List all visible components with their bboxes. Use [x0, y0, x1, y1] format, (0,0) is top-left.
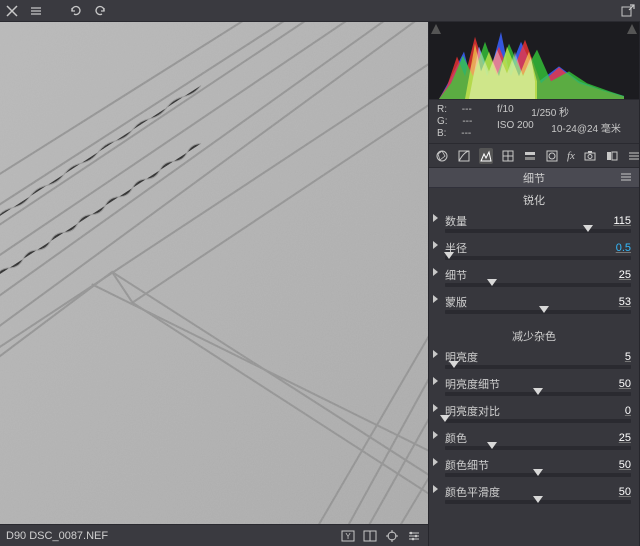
histogram[interactable] [429, 22, 639, 100]
sharpen-label: 蒙版 [445, 294, 505, 310]
sharpen-value[interactable]: 25 [571, 269, 631, 281]
b-label: B: [437, 128, 446, 139]
noise-row: 明亮度5 [429, 346, 639, 365]
g-label: G: [437, 116, 448, 127]
noise-label: 明亮度细节 [445, 376, 505, 392]
sharpen-value[interactable]: 0.5 [571, 242, 631, 254]
disclosure-icon[interactable] [433, 404, 438, 412]
noise-label: 明亮度对比 [445, 403, 505, 419]
b-value: --- [461, 128, 471, 139]
panel-tabstrip: fx [429, 144, 639, 168]
detail-section-header[interactable]: 细节 [429, 168, 639, 188]
shutter: 1/250 秒 [531, 104, 569, 119]
image-preview[interactable] [0, 22, 428, 524]
svg-text:Y: Y [345, 532, 351, 541]
tab-effects-icon[interactable]: fx [567, 148, 575, 164]
slider-handle-icon[interactable] [440, 415, 450, 422]
noise-slider[interactable] [445, 473, 631, 477]
tab-preset2-icon[interactable] [627, 148, 640, 164]
disclosure-icon[interactable] [433, 377, 438, 385]
slider-handle-icon[interactable] [533, 388, 543, 395]
sharpen-slider[interactable] [445, 283, 631, 287]
noise-slider[interactable] [445, 392, 631, 396]
tab-curve-icon[interactable] [457, 148, 471, 164]
section-menu-icon[interactable] [619, 170, 635, 186]
g-value: --- [462, 116, 472, 127]
noise-label: 颜色平滑度 [445, 484, 505, 500]
iso: ISO 200 [497, 120, 534, 135]
sharpen-slider[interactable] [445, 229, 631, 233]
noise-value[interactable]: 5 [571, 351, 631, 363]
noise-row: 颜色25 [429, 427, 639, 446]
sharpen-row: 半径 0.5 [429, 237, 639, 256]
highlight-clip-icon[interactable] [627, 24, 637, 34]
sharpen-slider[interactable] [445, 310, 631, 314]
sharpen-label: 数量 [445, 213, 505, 229]
slider-handle-icon[interactable] [539, 306, 549, 313]
status-bar: D90 DSC_0087.NEF Y [0, 524, 428, 546]
sharpen-value[interactable]: 115 [571, 215, 631, 227]
noise-value[interactable]: 50 [571, 378, 631, 390]
noise-value[interactable]: 50 [571, 486, 631, 498]
slider-handle-icon[interactable] [487, 279, 497, 286]
tab-preset1-icon[interactable] [605, 148, 619, 164]
noise-value[interactable]: 50 [571, 459, 631, 471]
sharpen-group-title: 锐化 [429, 188, 639, 210]
noise-value[interactable]: 0 [571, 405, 631, 417]
sliders-icon[interactable] [406, 528, 422, 544]
disclosure-icon[interactable] [433, 295, 438, 303]
redo-icon[interactable] [92, 3, 108, 19]
slider-handle-icon[interactable] [533, 496, 543, 503]
detail-title: 细节 [523, 170, 545, 186]
shadow-clip-icon[interactable] [431, 24, 441, 34]
slider-handle-icon[interactable] [533, 469, 543, 476]
sharpen-row: 蒙版 53 [429, 291, 639, 310]
sharpen-row: 细节25 [429, 264, 639, 283]
r-value: --- [462, 104, 472, 115]
metadata-panel: R: --- G: --- B: --- f/10 1/250 秒 ISO 20… [429, 100, 639, 144]
compare-y-icon[interactable]: Y [340, 528, 356, 544]
popout-icon[interactable] [620, 3, 636, 19]
sharpen-row: 数量 115 [429, 210, 639, 229]
noise-group-title: 减少杂色 [429, 324, 639, 346]
tab-split-icon[interactable] [523, 148, 537, 164]
disclosure-icon[interactable] [433, 350, 438, 358]
disclosure-icon[interactable] [433, 268, 438, 276]
menu-icon[interactable] [28, 3, 44, 19]
lens: 10-24@24 毫米 [551, 120, 621, 135]
slider-handle-icon[interactable] [487, 442, 497, 449]
noise-value[interactable]: 25 [571, 432, 631, 444]
noise-slider[interactable] [445, 419, 631, 423]
noise-slider[interactable] [445, 500, 631, 504]
side-panel: R: --- G: --- B: --- f/10 1/250 秒 ISO 20… [428, 22, 640, 546]
sharpen-label: 半径 [445, 240, 505, 256]
undo-icon[interactable] [68, 3, 84, 19]
r-label: R: [437, 104, 447, 115]
tab-detail-icon[interactable] [479, 148, 493, 164]
slider-handle-icon[interactable] [583, 225, 593, 232]
tab-camera-icon[interactable] [583, 148, 597, 164]
main-toolbar [0, 0, 640, 22]
sharpen-slider[interactable] [445, 256, 631, 260]
slider-handle-icon[interactable] [444, 252, 454, 259]
disclosure-icon[interactable] [433, 214, 438, 222]
filename: D90 DSC_0087.NEF [6, 530, 108, 542]
noise-label: 颜色细节 [445, 457, 505, 473]
noise-row: 明亮度对比 0 [429, 400, 639, 419]
disclosure-icon[interactable] [433, 458, 438, 466]
disclosure-icon[interactable] [433, 485, 438, 493]
sharpen-value[interactable]: 53 [571, 296, 631, 308]
noise-slider[interactable] [445, 446, 631, 450]
aperture: f/10 [497, 104, 514, 119]
close-icon[interactable] [4, 3, 20, 19]
split-icon[interactable] [362, 528, 378, 544]
tab-lens-icon[interactable] [545, 148, 559, 164]
noise-slider[interactable] [445, 365, 631, 369]
target-icon[interactable] [384, 528, 400, 544]
tab-color-icon[interactable] [501, 148, 515, 164]
disclosure-icon[interactable] [433, 241, 438, 249]
tab-aperture-icon[interactable] [435, 148, 449, 164]
disclosure-icon[interactable] [433, 431, 438, 439]
slider-handle-icon[interactable] [449, 361, 459, 368]
